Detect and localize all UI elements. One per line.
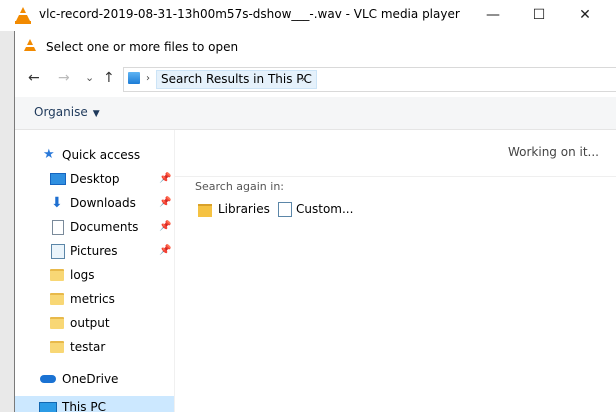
nav-item-label: Pictures <box>70 244 118 258</box>
back-button[interactable]: ← <box>28 70 40 86</box>
recent-locations-button[interactable]: ⌄ <box>85 71 94 84</box>
nav-item-onedrive[interactable]: OneDrive <box>15 368 174 390</box>
pin-icon[interactable]: 📌 <box>159 216 171 238</box>
vlc-cone-icon <box>16 7 30 21</box>
folder-icon <box>50 341 64 353</box>
nav-item-logs[interactable]: logs <box>15 264 174 286</box>
nav-item-label: This PC <box>62 400 106 412</box>
desktop-icon <box>50 173 66 185</box>
computer-icon <box>39 402 57 412</box>
maximize-button[interactable]: ☐ <box>516 0 562 31</box>
up-button[interactable]: ↑ <box>103 70 115 86</box>
vlc-cone-small-icon <box>24 39 36 51</box>
nav-item-label: Quick access <box>62 148 141 162</box>
nav-item-label: output <box>70 316 110 330</box>
nav-item-label: logs <box>70 268 95 282</box>
folder-icon <box>50 293 64 305</box>
download-arrow-icon: ⬇ <box>51 195 63 211</box>
chevron-right-icon[interactable]: › <box>301 70 305 89</box>
command-toolbar: Organise ▼ <box>15 97 616 130</box>
caret-down-icon: ▼ <box>92 109 100 119</box>
nav-item-label: testar <box>70 340 106 354</box>
folder-icon <box>50 317 64 329</box>
vlc-cone-base <box>15 21 31 24</box>
background-app-strip <box>0 31 14 412</box>
nav-quick-access[interactable]: ★ Quick access <box>15 144 174 166</box>
pictures-icon <box>51 244 65 259</box>
pin-icon[interactable]: 📌 <box>159 240 171 262</box>
address-row: ← → ⌄ ↑ › Search Results in This PC › <box>15 61 616 97</box>
libraries-icon <box>198 204 212 217</box>
nav-item-label: Downloads <box>70 196 136 210</box>
search-libraries-link[interactable]: Libraries <box>218 202 270 216</box>
vlc-title-bar: vlc-record-2019-08-31-13h00m57s-dshow___… <box>0 0 616 31</box>
results-pane: Working on it... Search again in: Librar… <box>175 130 616 412</box>
cloud-icon <box>40 375 56 383</box>
dialog-title-bar: Select one or more files to open <box>15 31 616 61</box>
breadcrumb-search-results[interactable]: Search Results in This PC <box>156 70 317 89</box>
star-icon: ★ <box>43 147 55 162</box>
nav-item-label: OneDrive <box>62 372 119 386</box>
search-custom-link[interactable]: Custom... <box>296 202 353 216</box>
chevron-right-icon[interactable]: › <box>146 69 150 88</box>
organise-menu-button[interactable]: Organise ▼ <box>34 105 100 119</box>
nav-item-output[interactable]: output <box>15 312 174 334</box>
forward-button[interactable]: → <box>58 70 70 86</box>
nav-item-label: Documents <box>70 220 139 234</box>
nav-item-documents[interactable]: Documents 📌 <box>15 216 174 238</box>
search-status: Working on it... <box>507 145 599 159</box>
nav-item-label: Desktop <box>70 172 120 186</box>
nav-item-metrics[interactable]: metrics <box>15 288 174 310</box>
nav-item-desktop[interactable]: Desktop 📌 <box>15 168 174 190</box>
computer-icon <box>128 72 140 84</box>
divider <box>175 176 616 177</box>
nav-item-downloads[interactable]: ⬇ Downloads 📌 <box>15 192 174 214</box>
folder-icon <box>50 269 64 281</box>
organise-label: Organise <box>34 105 88 119</box>
nav-item-this-pc[interactable]: This PC <box>15 396 174 412</box>
pin-icon[interactable]: 📌 <box>159 168 171 190</box>
pin-icon[interactable]: 📌 <box>159 192 171 214</box>
address-bar[interactable]: › Search Results in This PC › <box>123 67 616 92</box>
navigation-pane: ★ Quick access Desktop 📌 ⬇ Downloads 📌 D… <box>15 130 175 412</box>
minimize-button[interactable]: — <box>470 0 516 31</box>
nav-item-label: metrics <box>70 292 115 306</box>
document-icon <box>52 220 64 235</box>
vlc-window-title: vlc-record-2019-08-31-13h00m57s-dshow___… <box>39 7 460 21</box>
nav-item-testar[interactable]: testar <box>15 336 174 358</box>
nav-item-pictures[interactable]: Pictures 📌 <box>15 240 174 262</box>
close-button[interactable]: ✕ <box>562 0 608 31</box>
search-again-label: Search again in: <box>195 180 285 193</box>
open-file-dialog: Select one or more files to open ← → ⌄ ↑… <box>14 31 616 412</box>
dialog-title: Select one or more files to open <box>46 40 239 54</box>
custom-search-icon <box>278 202 292 217</box>
